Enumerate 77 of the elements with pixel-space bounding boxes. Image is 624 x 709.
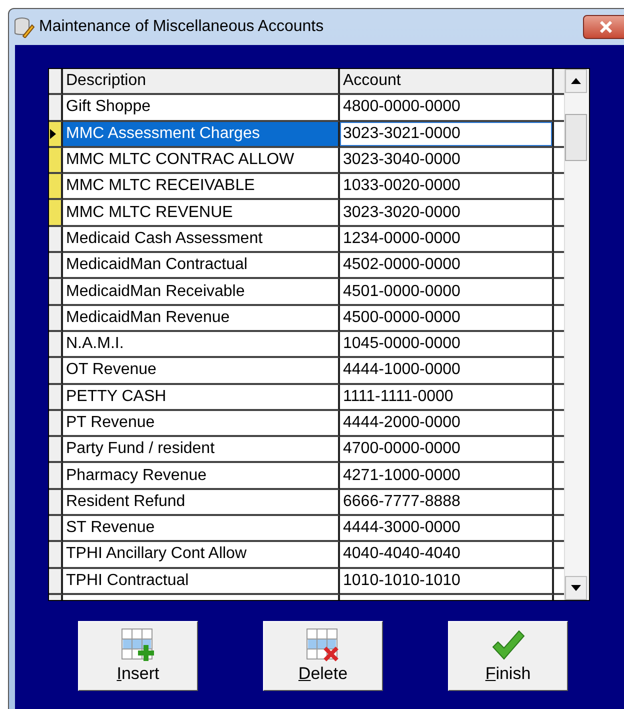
- row-marker[interactable]: [49, 332, 63, 358]
- row-marker[interactable]: [49, 568, 63, 595]
- table-cell: Resident Refund: [63, 490, 340, 516]
- row-marker[interactable]: [49, 542, 63, 569]
- table-cell: 4800-0000-0000: [340, 95, 554, 122]
- table-cell: 1033-0020-0000: [340, 174, 554, 200]
- row-marker[interactable]: [49, 200, 63, 227]
- checkmark-icon: [491, 628, 525, 662]
- row-marker[interactable]: [49, 516, 63, 542]
- table-cell: [554, 122, 564, 148]
- row-marker[interactable]: [49, 279, 63, 306]
- table-cell: [554, 568, 564, 595]
- row-marker[interactable]: [49, 306, 63, 332]
- table-add-icon: [121, 628, 155, 662]
- row-marker[interactable]: [49, 384, 63, 411]
- row-marker[interactable]: [49, 226, 63, 254]
- window-title: Maintenance of Miscellaneous Accounts: [39, 18, 324, 36]
- scroll-down-icon[interactable]: [571, 585, 581, 591]
- scroll-thumb[interactable]: [565, 114, 587, 161]
- table-cell: [554, 306, 564, 332]
- database-edit-icon: [13, 16, 35, 38]
- scroll-up-icon[interactable]: [571, 78, 581, 84]
- table-cell: 4502-0000-0000: [340, 253, 554, 280]
- table-cell: MedicaidMan Contractual: [63, 253, 340, 280]
- table-cell: 6666-7777-8888: [340, 490, 554, 516]
- row-marker[interactable]: [49, 122, 63, 148]
- column-header[interactable]: Account: [340, 69, 554, 96]
- table-cell: 4271-1000-0000: [340, 463, 554, 490]
- table-cell: 4444-2000-0000: [340, 410, 554, 438]
- table-cell: MedicaidMan Receivable: [63, 279, 340, 306]
- table-cell: PETTY CASH: [63, 384, 340, 411]
- table-cell: TPHI Ancillary Cont Allow: [63, 542, 340, 569]
- finish-button[interactable]: Finish: [448, 621, 568, 691]
- row-marker[interactable]: [49, 148, 63, 174]
- table-cell: 3023-3021-0000: [340, 122, 554, 148]
- table-cell: ST Revenue: [63, 516, 340, 542]
- table-cell: N.A.M.I.: [63, 332, 340, 358]
- close-icon: [599, 21, 613, 33]
- delete-button[interactable]: Delete: [263, 621, 383, 691]
- table-cell: 4444-3000-0000: [340, 516, 554, 542]
- row-marker[interactable]: [49, 253, 63, 280]
- scrollbar[interactable]: [564, 69, 589, 600]
- row-marker[interactable]: [49, 437, 63, 464]
- table-cell: 4700-0000-0000: [340, 437, 554, 464]
- table-cell: MMC Assessment Charges: [63, 122, 340, 148]
- table-cell: 4500-0000-0000: [340, 306, 554, 332]
- table-cell: 3023-3040-0000: [340, 148, 554, 174]
- row-marker[interactable]: [49, 174, 63, 200]
- table-cell: OT Revenue: [63, 358, 340, 385]
- table-cell: 4444-1000-0000: [340, 358, 554, 385]
- table-cell: 1111-1111-0000: [340, 384, 554, 411]
- table-cell: Gift Shoppe: [63, 95, 340, 122]
- table-cell: 1234-0000-0000: [340, 226, 554, 254]
- close-button[interactable]: [583, 15, 624, 39]
- table-cell: MMC MLTC RECEIVABLE: [63, 174, 340, 200]
- table-cell: 1045-0000-0000: [340, 332, 554, 358]
- table-cell: 4040-4040-4040: [340, 542, 554, 569]
- row-marker[interactable]: [49, 463, 63, 490]
- table-cell: Medicaid Cash Assessment: [63, 226, 340, 254]
- table-cell: 3023-3020-0000: [340, 200, 554, 227]
- table-cell: Party Fund / resident: [63, 437, 340, 464]
- insert-button[interactable]: Insert: [78, 621, 198, 691]
- table-cell: 4501-0000-0000: [340, 279, 554, 306]
- table-cell: PT Revenue: [63, 410, 340, 438]
- row-marker[interactable]: [49, 490, 63, 516]
- row-marker[interactable]: [49, 95, 63, 122]
- table-cell: TPHI Contractual: [63, 568, 340, 595]
- table-cell: [554, 384, 564, 411]
- table-cell: Pharmacy Revenue: [63, 463, 340, 490]
- row-marker[interactable]: [49, 358, 63, 385]
- column-header[interactable]: Description: [63, 69, 340, 96]
- table-delete-icon: [306, 628, 340, 662]
- table-cell: MedicaidMan Revenue: [63, 306, 340, 332]
- table-cell: MMC MLTC REVENUE: [63, 200, 340, 227]
- row-marker[interactable]: [49, 410, 63, 438]
- table-cell: MMC MLTC CONTRAC ALLOW: [63, 148, 340, 174]
- table-cell: 1010-1010-1010: [340, 568, 554, 595]
